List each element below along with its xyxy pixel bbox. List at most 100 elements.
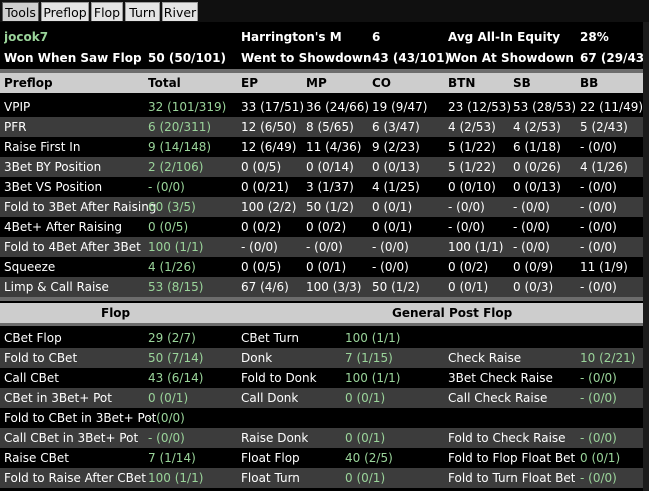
preflop-col-co: CO: [372, 76, 392, 90]
preflop-cell-ep: 67 (4/6): [241, 280, 289, 294]
table-row: Fold to 3Bet After Raising 60 (3/5) 100 (2…: [0, 197, 643, 217]
preflop-cell-btn: 0 (0/1): [448, 280, 489, 294]
postflop-cell-general-value: 0 (0/1): [345, 431, 386, 445]
postflop-cell-flop-stat: CBet Flop: [4, 331, 62, 345]
wwsf-label: Won When Saw Flop: [4, 51, 142, 65]
postflop-cell-general-value: 100 (1/1): [345, 371, 401, 385]
general-postflop-header: General Post Flop: [392, 306, 513, 320]
preflop-cell-total: 9 (14/148): [148, 140, 212, 154]
postflop-cell-general-value-2: - (0/0): [580, 371, 617, 385]
player-name: jocok7: [4, 30, 49, 44]
allin-equity-value: 28%: [580, 30, 609, 44]
postflop-cell-general-value-2: - (0/0): [580, 431, 617, 445]
tab-flop[interactable]: Flop: [91, 2, 123, 21]
postflop-cell-general-value: 40 (2/5): [345, 451, 393, 465]
preflop-cell-mp: 11 (4/36): [306, 140, 362, 154]
preflop-cell-ep: 0 (0/2): [241, 220, 282, 234]
preflop-cell-co: - (0/0): [372, 240, 409, 254]
tab-tools[interactable]: Tools: [2, 2, 39, 21]
preflop-cell-total: 53 (8/15): [148, 280, 204, 294]
preflop-cell-stat: Squeeze: [4, 260, 56, 274]
preflop-cell-bb: - (0/0): [580, 220, 617, 234]
tab-preflop[interactable]: Preflop: [41, 2, 89, 21]
postflop-cell-general-stat-2: Fold to Turn Float Bet: [448, 471, 576, 485]
postflop-cell-general-stat-2: Call Check Raise: [448, 391, 548, 405]
preflop-col-btn: BTN: [448, 76, 476, 90]
scrollbar[interactable]: [643, 22, 649, 491]
preflop-cell-mp: 100 (3/3): [306, 280, 362, 294]
preflop-cell-total: 4 (1/26): [148, 260, 196, 274]
table-row: 3Bet VS Position - (0/0) 0 (0/21) 3 (1/37) 4…: [0, 177, 643, 197]
preflop-cell-bb: 4 (1/26): [580, 160, 628, 174]
preflop-cell-btn: - (0/0): [448, 200, 485, 214]
harrington-label: Harrington's M: [241, 30, 342, 44]
preflop-cell-total: 60 (3/5): [148, 200, 196, 214]
preflop-cell-ep: 100 (2/2): [241, 200, 297, 214]
preflop-cell-btn: 0 (0/2): [448, 260, 489, 274]
preflop-cell-stat: 3Bet VS Position: [4, 180, 103, 194]
preflop-cell-ep: 33 (17/51): [241, 100, 305, 114]
postflop-cell-general-value-2: 10 (2/21): [580, 351, 636, 365]
table-row: VPIP 32 (101/319) 33 (17/51) 36 (24/66) 19 (…: [0, 97, 643, 117]
preflop-col-sb: SB: [513, 76, 531, 90]
preflop-cell-co: 6 (3/47): [372, 120, 420, 134]
postflop-cell-general-stat: CBet Turn: [241, 331, 299, 345]
preflop-cell-total: 0 (0/5): [148, 220, 189, 234]
preflop-header: Preflop Total EP MP CO BTN SB BB: [0, 73, 643, 93]
preflop-cell-co: 4 (1/25): [372, 180, 420, 194]
preflop-cell-mp: 8 (5/65): [306, 120, 354, 134]
preflop-cell-co: 19 (9/47): [372, 100, 428, 114]
postflop-cell-flop-stat: Call CBet in 3Bet+ Pot: [4, 431, 139, 445]
table-row: PFR 6 (20/311) 12 (6/50) 8 (5/65) 6 (3/47) 4 …: [0, 117, 643, 137]
wtsd-value: 43 (43/101): [372, 51, 450, 65]
preflop-cell-stat: VPIP: [4, 100, 31, 114]
preflop-cell-stat: Fold to 4Bet After 3Bet: [4, 240, 141, 254]
preflop-col-bb: BB: [580, 76, 599, 90]
wtsd-label: Went to Showdown: [241, 51, 372, 65]
flop-header: Flop: [101, 306, 131, 320]
postflop-cell-general-value: 0 (0/1): [345, 391, 386, 405]
preflop-cell-sb: 53 (28/53): [513, 100, 577, 114]
postflop-cell-general-stat: Call Donk: [241, 391, 299, 405]
postflop-cell-flop-stat: CBet in 3Bet+ Pot: [4, 391, 112, 405]
postflop-cell-general-stat-2: Fold to Check Raise: [448, 431, 566, 445]
preflop-cell-bb: 22 (11/49): [580, 100, 644, 114]
preflop-cell-total: 2 (2/106): [148, 160, 204, 174]
preflop-cell-ep: 0 (0/21): [241, 180, 289, 194]
postflop-cell-flop-value: 0 (0/1): [148, 391, 189, 405]
preflop-cell-btn: 23 (12/53): [448, 100, 512, 114]
wsd-value: 67 (29/43): [580, 51, 649, 65]
postflop-header: Flop General Post Flop: [0, 303, 643, 323]
preflop-cell-bb: - (0/0): [580, 240, 617, 254]
postflop-cell-flop-stat: Fold to CBet: [4, 351, 78, 365]
postflop-cell-flop-stat: Fold to CBet in 3Bet+ Pot: [4, 411, 157, 425]
preflop-cell-sb: - (0/0): [513, 240, 550, 254]
preflop-cell-sb: 0 (0/9): [513, 260, 554, 274]
preflop-cell-stat: Raise First In: [4, 140, 81, 154]
postflop-cell-general-stat-2: 3Bet Check Raise: [448, 371, 553, 385]
preflop-cell-sb: 0 (0/3): [513, 280, 554, 294]
preflop-cell-co: - (0/0): [372, 260, 409, 274]
postflop-cell-general-value: 100 (1/1): [345, 331, 401, 345]
postflop-cell-general-stat: Raise Donk: [241, 431, 309, 445]
preflop-cell-btn: - (0/0): [448, 220, 485, 234]
preflop-cell-stat: Fold to 3Bet After Raising: [4, 200, 157, 214]
postflop-cell-flop-value: 100 (1/1): [148, 471, 204, 485]
preflop-cell-ep: 12 (6/49): [241, 140, 297, 154]
tab-river[interactable]: River: [162, 2, 198, 21]
preflop-cell-co: 0 (0/13): [372, 160, 420, 174]
preflop-cell-bb: - (0/0): [580, 280, 617, 294]
postflop-cell-flop-value: 7 (1/14): [148, 451, 196, 465]
preflop-col-mp: MP: [306, 76, 327, 90]
preflop-cell-mp: 0 (0/1): [306, 260, 347, 274]
preflop-cell-total: 32 (101/319): [148, 100, 227, 114]
postflop-cell-general-value: 7 (1/15): [345, 351, 393, 365]
player-summary-row-2: Won When Saw Flop 50 (50/101) Went to Sh…: [0, 48, 649, 68]
preflop-cell-sb: - (0/0): [513, 200, 550, 214]
tab-turn[interactable]: Turn: [125, 2, 160, 21]
postflop-cell-flop-value: - (0/0): [148, 411, 185, 425]
separator: [0, 297, 643, 301]
table-row: Raise CBet 7 (1/14) Float Flop 40 (2/5) Fold…: [0, 448, 643, 468]
preflop-cell-stat: Limp & Call Raise: [4, 280, 109, 294]
wwsf-value: 50 (50/101): [148, 51, 226, 65]
